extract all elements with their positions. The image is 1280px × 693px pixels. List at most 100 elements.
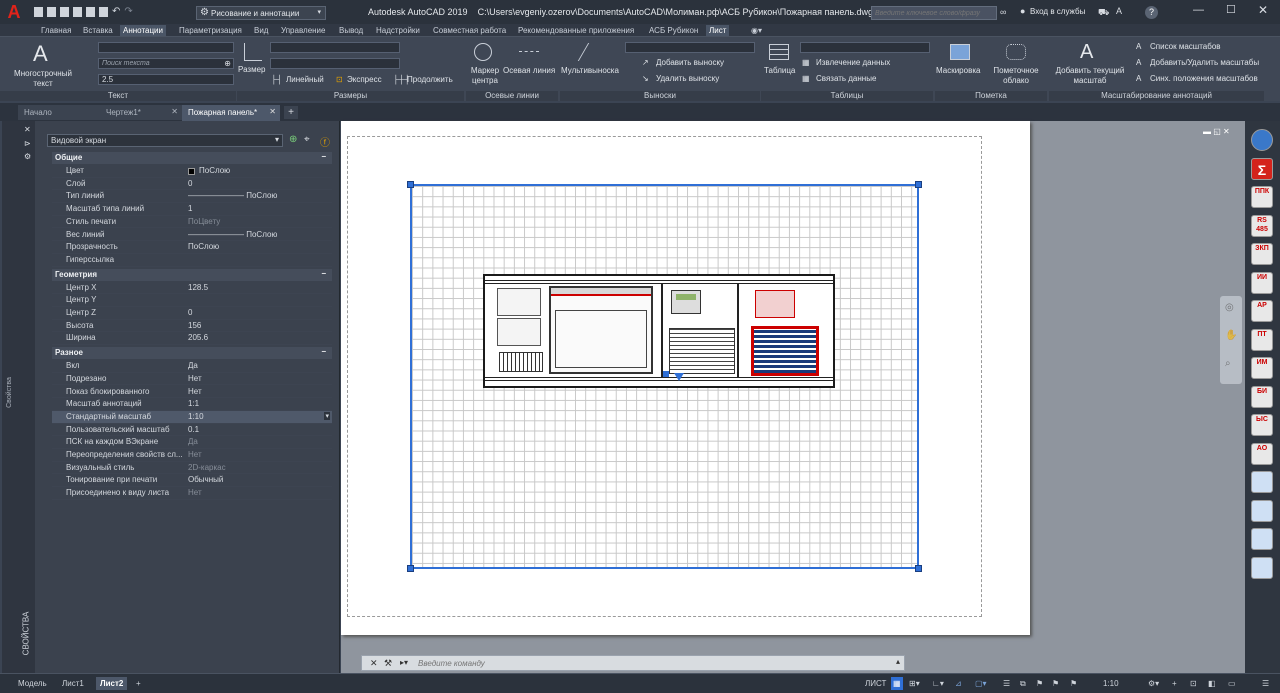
- wrench-icon[interactable]: ⚒: [384, 658, 392, 669]
- maximize-button[interactable]: ☐: [1226, 3, 1236, 16]
- property-row[interactable]: Масштаб типа линий 1: [52, 203, 332, 216]
- doc-tab-fire-panel[interactable]: Пожарная панель* ✕: [182, 105, 280, 121]
- undo-icon[interactable]: ↶: [112, 7, 120, 18]
- property-row[interactable]: Тип линий ——————— ПоСлою: [52, 190, 332, 204]
- close-icon[interactable]: ✕: [1223, 127, 1230, 136]
- property-row[interactable]: Слой 0: [52, 178, 332, 191]
- rs485-icon[interactable]: RS 485: [1251, 214, 1273, 237]
- workspace-switch[interactable]: ⚙ Рисование и аннотации ▾: [196, 6, 326, 20]
- space-mode-button[interactable]: ЛИСТ: [865, 677, 886, 690]
- grid-icon[interactable]: ▦: [891, 677, 903, 690]
- property-row[interactable]: Пользовательский масштаб 0.1: [52, 424, 332, 437]
- collapse-icon[interactable]: −: [321, 152, 326, 161]
- property-value[interactable]: Да: [188, 361, 198, 370]
- mtext-button[interactable]: A Многострочный текст: [8, 41, 78, 88]
- property-value[interactable]: Да: [188, 437, 198, 446]
- layout-tab-model[interactable]: Модель: [18, 677, 47, 690]
- bi-icon[interactable]: БИ: [1251, 385, 1273, 408]
- zkp-icon[interactable]: ЗКП: [1251, 243, 1273, 265]
- ii-icon[interactable]: ИИ: [1251, 271, 1273, 294]
- polar-icon[interactable]: ⊿: [955, 677, 962, 690]
- property-row[interactable]: Вкл Да: [52, 360, 332, 373]
- grip-top-right[interactable]: [915, 181, 922, 188]
- close-icon[interactable]: ✕: [269, 107, 276, 116]
- ao-icon[interactable]: АО: [1251, 442, 1273, 465]
- find-text-field[interactable]: Поиск текста ⊕: [98, 58, 234, 69]
- selection-cycling-icon[interactable]: ⧉: [1020, 677, 1026, 690]
- property-value[interactable]: 2D-каркас: [188, 463, 226, 472]
- tab-annotate[interactable]: Аннотации: [120, 25, 166, 36]
- sync-scale-button[interactable]: Синх. положения масштабов: [1150, 74, 1258, 84]
- snap-icon[interactable]: ⊞▾: [909, 677, 920, 690]
- table-button[interactable]: Таблица: [762, 41, 798, 87]
- add-current-scale-button[interactable]: A Добавить текущий масштаб: [1052, 41, 1128, 87]
- property-value[interactable]: Нет: [188, 374, 202, 383]
- annotation-scale-icon[interactable]: ⚑: [1070, 677, 1077, 690]
- tab-output[interactable]: Вывод: [336, 25, 366, 36]
- revision-cloud-button[interactable]: Пометочное облако: [988, 41, 1044, 87]
- property-row[interactable]: Стандартный масштаб 1:10 ▾: [52, 410, 332, 424]
- layout-tab-sheet1[interactable]: Лист1: [62, 677, 84, 690]
- close-button[interactable]: ✕: [1258, 3, 1268, 17]
- tables-group-label[interactable]: Таблицы: [761, 91, 933, 101]
- minimize-button[interactable]: —: [1193, 4, 1204, 16]
- open-icon[interactable]: [47, 7, 56, 17]
- im-icon[interactable]: ИМ: [1251, 357, 1273, 379]
- tool-icon[interactable]: [1251, 499, 1273, 522]
- data-extraction-button[interactable]: Извлечение данных: [816, 58, 890, 68]
- property-row[interactable]: Подрезано Нет: [52, 373, 332, 386]
- tab-layout[interactable]: Лист: [706, 25, 730, 36]
- property-row[interactable]: ПСК на каждом ВЭкране Да: [52, 436, 332, 449]
- tab-parametric[interactable]: Параметризация: [176, 25, 245, 36]
- wipeout-button[interactable]: Маскировка: [936, 41, 984, 87]
- property-row[interactable]: Переопределения свойств сл... Нет: [52, 449, 332, 462]
- selected-grip[interactable]: [663, 371, 669, 377]
- property-value[interactable]: ——————— ПоСлою: [188, 230, 277, 239]
- doc-tab-drawing1[interactable]: Чертеж1* ✕: [100, 105, 182, 120]
- tab-asb-rubikon[interactable]: АСБ Рубикон: [646, 25, 701, 36]
- layout-tab-sheet2[interactable]: Лист2: [96, 677, 128, 690]
- maximize-icon[interactable]: ◱: [1213, 127, 1221, 136]
- drawing-canvas[interactable]: ▬ ◱ ✕ ◎ ✋ ⌕ ✕ ⚒ ▸▾ Введите команду ▴: [341, 121, 1245, 673]
- chevron-up-icon[interactable]: ▴: [896, 657, 900, 666]
- cart-icon[interactable]: ⛟: [1098, 7, 1109, 19]
- annotation-visibility-icon[interactable]: ⚑: [1036, 677, 1043, 690]
- grip-top-left[interactable]: [407, 181, 414, 188]
- isolate-icon[interactable]: ⊡: [1190, 677, 1197, 690]
- link-data-button[interactable]: Связать данные: [816, 74, 876, 84]
- leaders-group-label[interactable]: Выноски: [560, 91, 760, 101]
- command-input[interactable]: [418, 658, 818, 669]
- dimension-button[interactable]: Размер: [238, 41, 268, 81]
- web-icon[interactable]: [99, 7, 108, 17]
- help-button[interactable]: ?: [1145, 6, 1158, 19]
- close-icon[interactable]: ✕: [171, 107, 178, 116]
- property-row[interactable]: Высота 156: [52, 320, 332, 333]
- property-value[interactable]: 205.6: [188, 333, 208, 342]
- property-row[interactable]: Визуальный стиль 2D-каркас: [52, 462, 332, 475]
- search-box[interactable]: [871, 6, 997, 20]
- annotation-scale-value[interactable]: 1:10: [1103, 677, 1119, 690]
- binoculars-icon[interactable]: ∞: [1000, 7, 1006, 17]
- property-value[interactable]: 1:10: [188, 412, 204, 421]
- auto-scale-icon[interactable]: ⚑: [1052, 677, 1059, 690]
- restore-icon[interactable]: ▬: [1203, 127, 1211, 136]
- property-value[interactable]: 0: [188, 179, 192, 188]
- new-tab-button[interactable]: +: [284, 106, 298, 119]
- centerlines-group-label[interactable]: Осевые линии: [466, 91, 558, 101]
- continue-button[interactable]: Продолжить: [407, 75, 453, 85]
- book-icon[interactable]: [1251, 471, 1273, 493]
- a360-icon[interactable]: A: [1116, 6, 1122, 16]
- property-value[interactable]: ПоСлою: [199, 166, 230, 175]
- hardware-acceleration-icon[interactable]: ◧: [1208, 677, 1216, 690]
- property-value[interactable]: ПоСлою: [188, 242, 219, 251]
- property-row[interactable]: Центр X 128.5: [52, 282, 332, 295]
- multileader-button[interactable]: Мультивыноска: [561, 41, 623, 87]
- clean-screen-icon[interactable]: ▭: [1228, 677, 1236, 690]
- tab-home[interactable]: Главная: [38, 25, 74, 36]
- property-value[interactable]: Нет: [188, 488, 202, 497]
- pt-icon[interactable]: ПТ: [1251, 328, 1273, 351]
- print-icon[interactable]: [86, 7, 95, 17]
- saveas-icon[interactable]: [73, 7, 82, 17]
- property-row[interactable]: Тонирование при печати Обычный: [52, 474, 332, 488]
- ys-icon[interactable]: ЫС: [1251, 414, 1273, 436]
